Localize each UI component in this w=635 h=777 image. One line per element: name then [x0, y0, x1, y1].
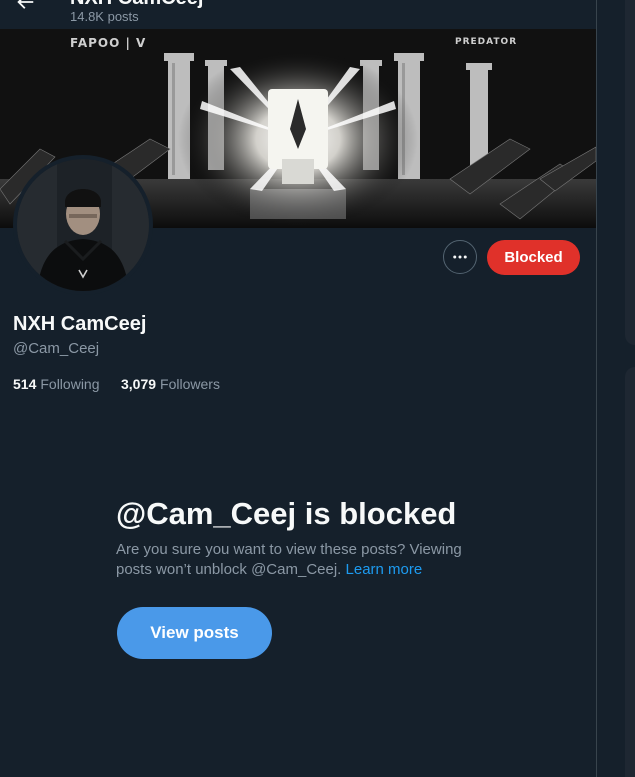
avatar-image [17, 159, 149, 291]
display-name: NXH CamCeej [13, 313, 147, 335]
back-arrow-icon[interactable] [14, 0, 36, 13]
sidebar-card-bottom [625, 367, 635, 777]
header-post-count: 14.8K posts [70, 9, 139, 24]
blocked-title: @Cam_Ceej is blocked [116, 496, 457, 531]
right-sidebar [597, 0, 635, 777]
more-options-button[interactable] [443, 240, 477, 274]
handle: @Cam_Ceej [13, 340, 100, 357]
blocked-button[interactable]: Blocked [487, 240, 580, 275]
blocked-description: Are you sure you want to view these post… [116, 540, 486, 580]
banner-brand-right: PREDATOR [455, 37, 518, 47]
main-column: NXH CamCeej 14.8K posts [0, 0, 596, 777]
learn-more-link[interactable]: Learn more [346, 561, 423, 578]
followers-count: 3,079 [121, 376, 157, 392]
followers-link[interactable]: 3,079 Followers [121, 376, 220, 392]
avatar[interactable] [13, 155, 153, 295]
follow-stats: 514 Following 3,079 Followers [13, 376, 220, 392]
following-label: Following [40, 376, 100, 392]
following-link[interactable]: 514 Following [13, 376, 121, 392]
following-count: 514 [13, 376, 37, 392]
profile-header: NXH CamCeej 14.8K posts [0, 0, 596, 29]
followers-label: Followers [160, 376, 220, 392]
view-posts-button[interactable]: View posts [117, 607, 272, 659]
banner-brand-left: FAPOO | V [70, 36, 147, 50]
sidebar-card-top [625, 0, 635, 345]
more-dots-icon [453, 255, 467, 259]
